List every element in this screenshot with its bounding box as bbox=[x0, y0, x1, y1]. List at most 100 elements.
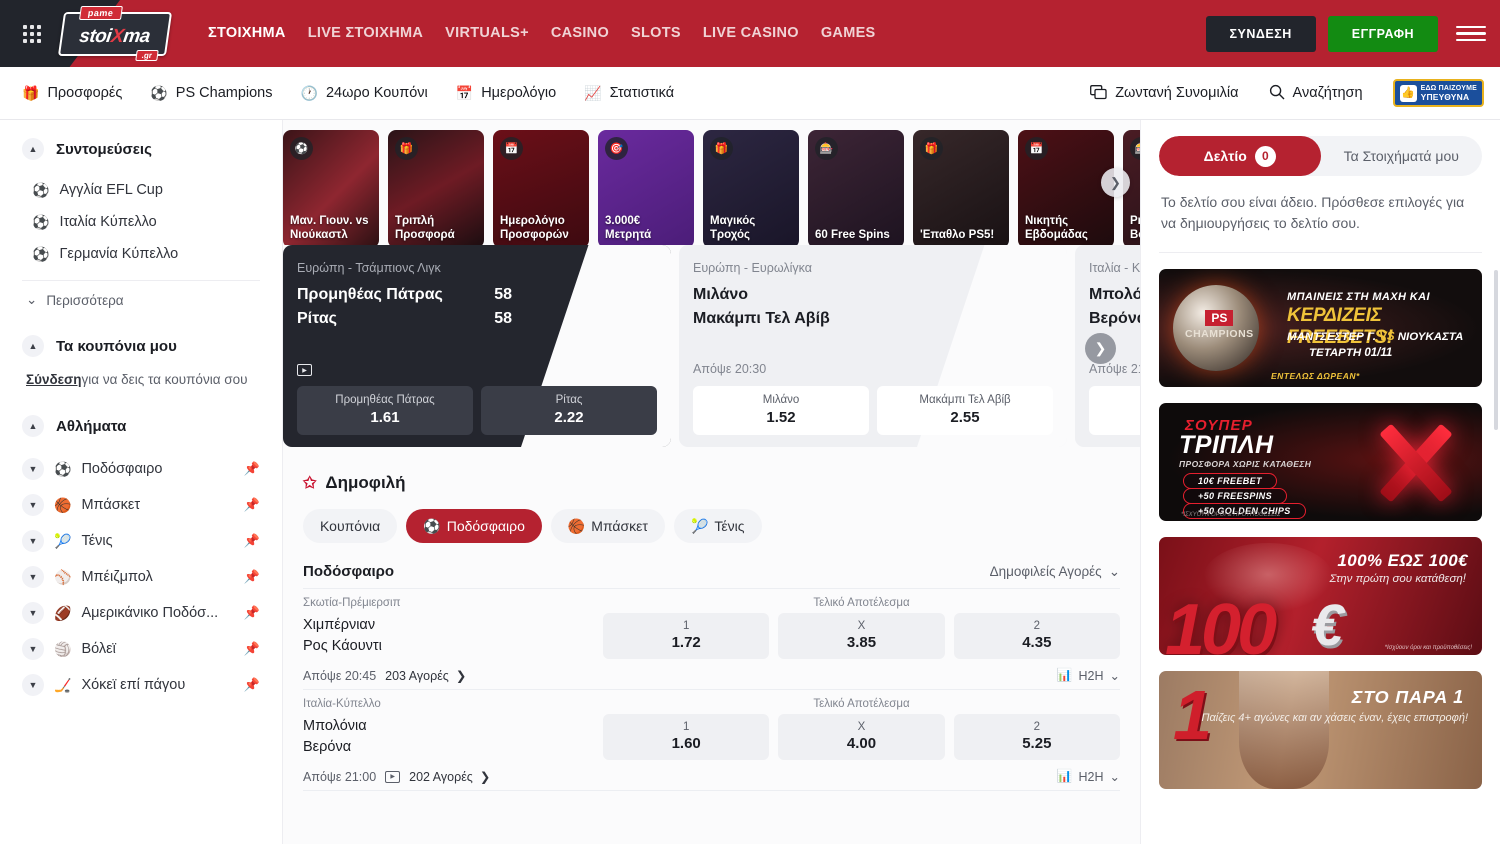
chevron-down-icon[interactable]: ▼ bbox=[22, 458, 44, 480]
promo-tile[interactable]: 🎁 'Επαθλο PS5! bbox=[913, 130, 1009, 245]
odd-button[interactable]: Προμηθέας Πάτρας 1.61 bbox=[297, 386, 473, 435]
match-h2h-toggle[interactable]: 📊 H2H ⌄ bbox=[1057, 668, 1120, 683]
tab-betslip[interactable]: Δελτίο 0 bbox=[1159, 136, 1321, 176]
subnav-item-calendar[interactable]: 📅 Ημερολόγιο bbox=[456, 85, 556, 101]
odd-button-x[interactable]: X 3.85 bbox=[778, 613, 944, 659]
chevron-right-icon: ❯ bbox=[480, 769, 490, 784]
sidebar-item-volleyball[interactable]: ▼ 🏐 Βόλεϊ 📌 bbox=[22, 631, 260, 667]
promo-tile[interactable]: 🎁 Τριπλή Προσφορά bbox=[388, 130, 484, 245]
promo-next-arrow-icon[interactable]: ❯ bbox=[1101, 168, 1130, 197]
banner-sto-para-1[interactable]: 1 ΣΤΟ ΠΑΡΑ 1 Παίζεις 4+ αγώνες και αν χά… bbox=[1159, 671, 1482, 789]
tab-my-bets[interactable]: Τα Στοιχήματά μου bbox=[1321, 136, 1483, 176]
featured-match-card[interactable]: Ευρώπη - Ευρωλίγκα Μιλάνο Μακάμπι Τελ Αβ… bbox=[679, 245, 1067, 447]
nav-item-virtuals[interactable]: VIRTUALS+ bbox=[445, 0, 529, 67]
pin-icon[interactable]: 📌 bbox=[244, 533, 260, 549]
panel-scrollbar[interactable] bbox=[1494, 270, 1498, 430]
tab-basketball[interactable]: 🏀 Μπάσκετ bbox=[551, 509, 665, 543]
site-logo[interactable]: pame stoiXma .gr bbox=[60, 11, 170, 57]
login-link[interactable]: Σύνδεση bbox=[26, 372, 82, 387]
match-info[interactable]: Ιταλία-Κύπελλο Μπολόνια Βερόνα bbox=[303, 698, 603, 760]
pin-icon[interactable]: 📌 bbox=[244, 497, 260, 513]
odd-label: Μακάμπι Τελ Αβίβ bbox=[881, 394, 1049, 406]
odd-button-1[interactable]: 1 1.60 bbox=[603, 714, 769, 760]
sports-header[interactable]: ▲ Αθλήματα bbox=[22, 415, 260, 437]
chevron-down-icon[interactable]: ▼ bbox=[22, 494, 44, 516]
responsible-gaming-badge[interactable]: 👍 ΕΔΩ ΠΑΙΖΟΥΜΕ ΥΠΕΥΘΥΝΑ bbox=[1393, 79, 1484, 107]
chevron-down-icon[interactable]: ▼ bbox=[22, 638, 44, 660]
nav-item-live-casino[interactable]: LIVE CASINO bbox=[703, 0, 799, 67]
subnav-item-statistics[interactable]: 📈 Στατιστικά bbox=[584, 85, 674, 101]
tab-football[interactable]: ⚽ Ποδόσφαιρο bbox=[406, 509, 542, 543]
live-stream-icon[interactable]: ▶ bbox=[297, 364, 312, 376]
search-button[interactable]: Αναζήτηση bbox=[1269, 84, 1363, 102]
nav-item-slots[interactable]: SLOTS bbox=[631, 0, 681, 67]
sidebar-item-american-football[interactable]: ▼ 🏈 Αμερικάνικο Ποδόσ... 📌 bbox=[22, 595, 260, 631]
promo-tile[interactable]: ⚽ Μαν. Γιουν. vs Νιούκαστλ bbox=[283, 130, 379, 245]
tab-tennis[interactable]: 🎾 Τένις bbox=[674, 509, 762, 543]
promo-tile[interactable]: 📅 Ημερολόγιο Προσφορών bbox=[493, 130, 589, 245]
subnav-item-offers[interactable]: 🎁 Προσφορές bbox=[22, 85, 122, 101]
live-stream-icon[interactable]: ▶ bbox=[385, 771, 400, 783]
more-shortcuts-button[interactable]: ⌄ Περισσότερα bbox=[22, 281, 260, 319]
odd-button-x[interactable]: X 4.00 bbox=[778, 714, 944, 760]
markets-selector[interactable]: Δημοφιλείς Αγορές ⌄ bbox=[990, 564, 1120, 580]
shortcuts-header[interactable]: ▲ Συντομεύσεις bbox=[22, 138, 260, 160]
promo-tile[interactable]: 🎯 3.000€ Μετρητά bbox=[598, 130, 694, 245]
featured-match-card[interactable]: Ευρώπη - Τσάμπιονς Λιγκ Προμηθέας Πάτρας… bbox=[283, 245, 671, 447]
live-chat-button[interactable]: Ζωντανή Συνομιλία bbox=[1090, 85, 1238, 102]
odd-button[interactable]: Ρίτας 2.22 bbox=[481, 386, 657, 435]
chevron-down-icon[interactable]: ▼ bbox=[22, 674, 44, 696]
header-actions: ΣΥΝΔΕΣΗ ΕΓΓΡΑΦΗ bbox=[1206, 16, 1486, 52]
chevron-down-icon[interactable]: ▼ bbox=[22, 530, 44, 552]
login-button[interactable]: ΣΥΝΔΕΣΗ bbox=[1206, 16, 1316, 52]
nav-item-games[interactable]: GAMES bbox=[821, 0, 876, 67]
pin-icon[interactable]: 📌 bbox=[244, 569, 260, 585]
match-info[interactable]: Σκωτία-Πρέμιερσιπ Χιμπέρνιαν Ρος Κάουντι bbox=[303, 597, 603, 659]
featured-next-arrow-icon[interactable]: ❯ bbox=[1085, 333, 1116, 364]
match-markets-link[interactable]: 202 Αγορές ❯ bbox=[409, 769, 490, 784]
banner-ps-champions[interactable]: PS CHAMPIONS ΜΠΑΙΝΕΙΣ ΣΤΗ ΜΑΧΗ ΚΑΙ ΚΕΡΔΙ… bbox=[1159, 269, 1482, 387]
sidebar-item-baseball[interactable]: ▼ ⚾ Μπέιζμπολ 📌 bbox=[22, 559, 260, 595]
nav-item-stoixima[interactable]: ΣΤΟΙΧΗΜΑ bbox=[208, 0, 286, 67]
odd-button[interactable]: Μιλάνο 1.52 bbox=[693, 386, 869, 435]
odd-button[interactable]: 1 1.6 bbox=[1089, 386, 1140, 435]
sidebar-item-ice-hockey[interactable]: ▼ 🏒 Χόκεϊ επί πάγου 📌 bbox=[22, 667, 260, 703]
banner-bonus-100[interactable]: 100 € 100% ΕΩΣ 100€ Στην πρώτη σου κατάθ… bbox=[1159, 537, 1482, 655]
calendar-badge-icon: 📅 bbox=[1025, 137, 1048, 160]
match-h2h-toggle[interactable]: 📊 H2H ⌄ bbox=[1057, 769, 1120, 784]
odd-button-2[interactable]: 2 5.25 bbox=[954, 714, 1120, 760]
apps-grid-icon[interactable] bbox=[10, 25, 54, 43]
pin-icon[interactable]: 📌 bbox=[244, 641, 260, 657]
odd-button[interactable]: Μακάμπι Τελ Αβίβ 2.55 bbox=[877, 386, 1053, 435]
chevron-down-icon[interactable]: ▼ bbox=[22, 566, 44, 588]
match-row-top: Σκωτία-Πρέμιερσιπ Χιμπέρνιαν Ρος Κάουντι… bbox=[303, 597, 1120, 659]
nav-item-casino[interactable]: CASINO bbox=[551, 0, 609, 67]
sidebar-item-efl-cup[interactable]: ⚽ Αγγλία EFL Cup bbox=[22, 174, 260, 206]
promo-tile[interactable]: 📅 Νικητής Εβδομάδας bbox=[1018, 130, 1114, 245]
match-markets-link[interactable]: 203 Αγορές ❯ bbox=[385, 668, 466, 683]
promo-tile[interactable]: 🎁 Μαγικός Τροχός bbox=[703, 130, 799, 245]
nav-item-live-stoixima[interactable]: LIVE ΣΤΟΙΧΗΜΑ bbox=[308, 0, 423, 67]
hamburger-menu-icon[interactable] bbox=[1456, 19, 1486, 49]
tab-coupons[interactable]: Κουπόνια bbox=[303, 509, 397, 543]
pin-icon[interactable]: 📌 bbox=[244, 605, 260, 621]
shortcuts-title: Συντομεύσεις bbox=[56, 141, 152, 158]
sidebar-item-basketball[interactable]: ▼ 🏀 Μπάσκετ 📌 bbox=[22, 487, 260, 523]
odd-button-2[interactable]: 2 4.35 bbox=[954, 613, 1120, 659]
chevron-down-icon[interactable]: ▼ bbox=[22, 602, 44, 624]
promo-tile[interactable]: 🎰 60 Free Spins bbox=[808, 130, 904, 245]
pin-icon[interactable]: 📌 bbox=[244, 461, 260, 477]
sidebar-item-football[interactable]: ▼ ⚽ Ποδόσφαιρο 📌 bbox=[22, 451, 260, 487]
odd-button-1[interactable]: 1 1.72 bbox=[603, 613, 769, 659]
chat-icon bbox=[1090, 85, 1107, 102]
my-coupons-header[interactable]: ▲ Τα κουπόνια μου bbox=[22, 335, 260, 357]
banner-pill-freespins: +50 FREESPINS bbox=[1183, 488, 1287, 504]
sidebar-item-germany-cup[interactable]: ⚽ Γερμανία Κύπελλο bbox=[22, 238, 260, 270]
sidebar-item-italy-cup[interactable]: ⚽ Ιταλία Κύπελλο bbox=[22, 206, 260, 238]
pin-icon[interactable]: 📌 bbox=[244, 677, 260, 693]
sidebar-item-tennis[interactable]: ▼ 🎾 Τένις 📌 bbox=[22, 523, 260, 559]
banner-super-tripli[interactable]: ΣΟΥΠΕΡ ΤΡΙΠΛΗ ΠΡΟΣΦΟΡΑ ΧΩΡΙΣ ΚΑΤΑΘΕΣΗ 10… bbox=[1159, 403, 1482, 521]
subnav-item-ps-champions[interactable]: ⚽ PS Champions bbox=[150, 85, 272, 101]
subnav-item-24h-coupon[interactable]: 🕐 24ωρο Κουπόνι bbox=[301, 85, 428, 101]
register-button[interactable]: ΕΓΓΡΑΦΗ bbox=[1328, 16, 1438, 52]
